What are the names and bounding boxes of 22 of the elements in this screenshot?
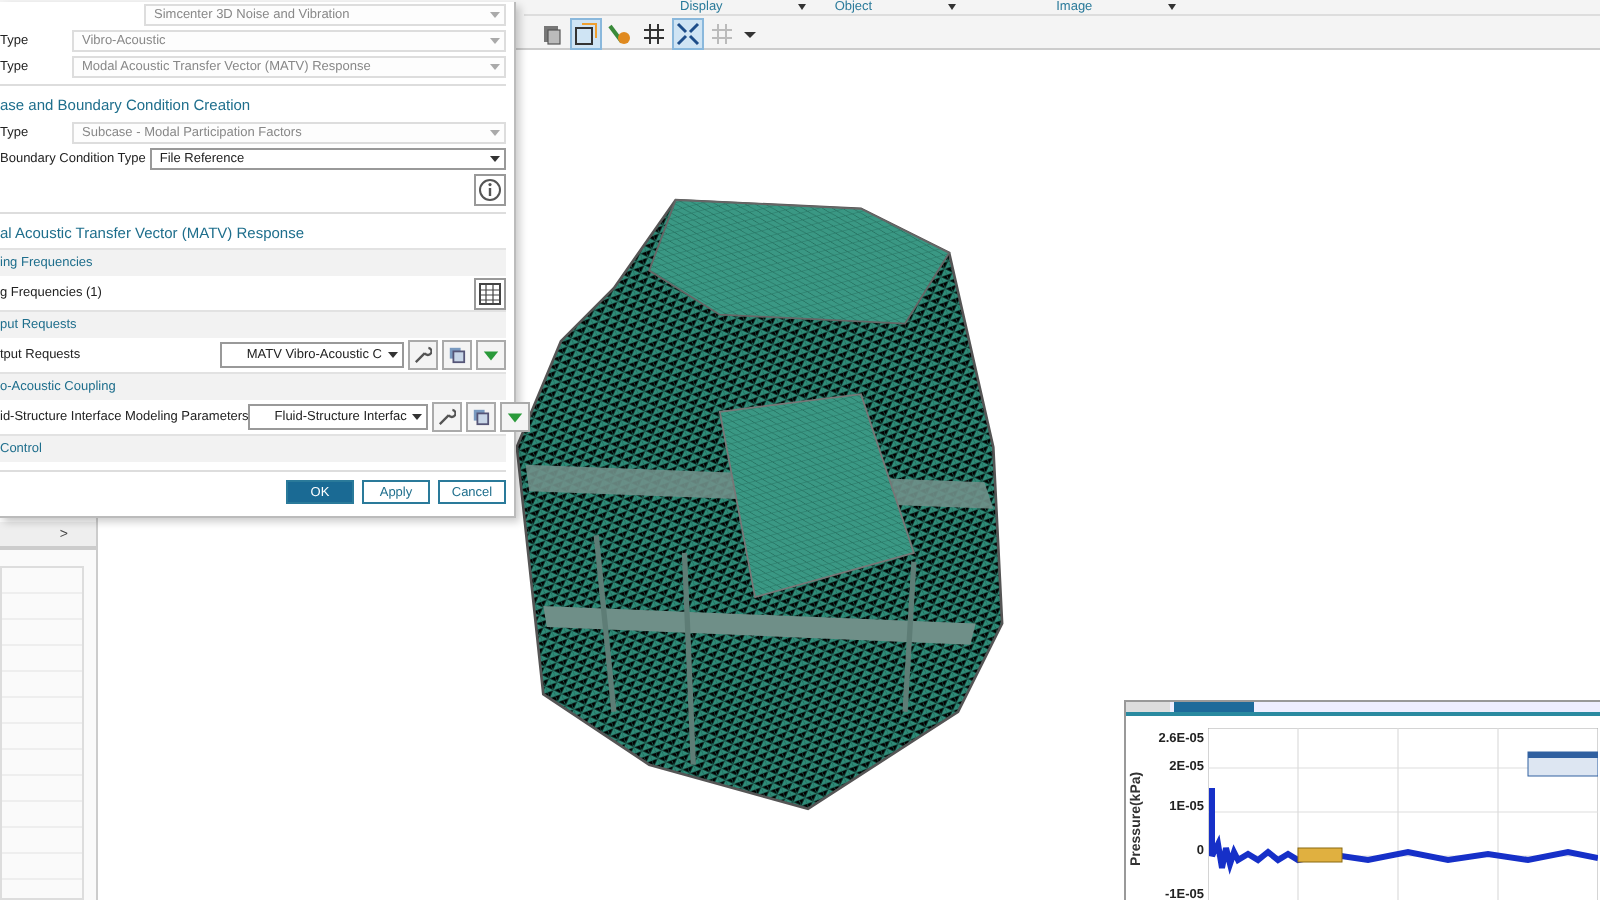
dots-tool-icon[interactable] — [706, 18, 738, 50]
caret-icon[interactable] — [1168, 4, 1177, 10]
wrench-icon[interactable] — [432, 402, 463, 432]
caret-icon — [490, 129, 500, 137]
caret-icon[interactable] — [948, 4, 957, 10]
caret-icon — [490, 63, 500, 71]
copy-icon[interactable] — [466, 402, 497, 432]
caret-icon[interactable] — [798, 4, 807, 10]
caret-icon — [388, 351, 398, 359]
caret-icon — [490, 11, 500, 19]
info-icon[interactable] — [474, 174, 506, 206]
grid-tool-icon[interactable] — [638, 18, 670, 50]
legend-box — [1527, 751, 1598, 777]
fit-tool-icon[interactable] — [672, 18, 704, 50]
view-tool-icon[interactable] — [570, 18, 602, 50]
caret-icon — [490, 155, 500, 163]
caret-icon — [490, 37, 500, 45]
value-marker — [1297, 847, 1343, 863]
table-icon[interactable] — [474, 277, 506, 309]
caret-icon — [412, 413, 423, 421]
wrench-icon[interactable] — [408, 340, 438, 370]
copy-icon[interactable] — [442, 340, 472, 370]
